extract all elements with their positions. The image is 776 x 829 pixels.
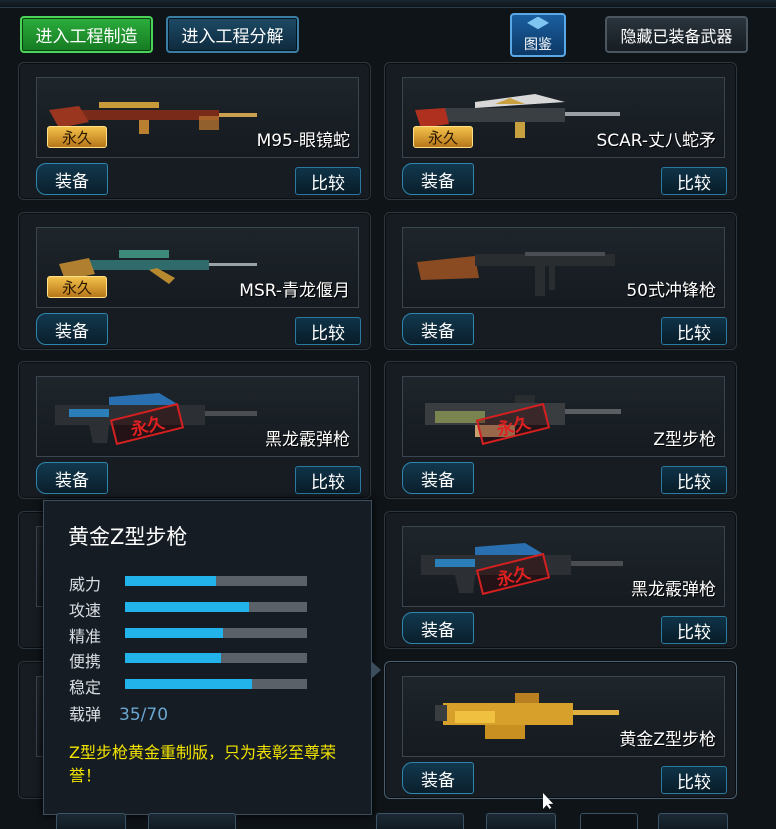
submachine-gun-icon <box>417 252 615 296</box>
stat-bar-fill <box>125 679 253 689</box>
enter-disassemble-button[interactable]: 进入工程分解 <box>166 16 299 53</box>
weapon-name: Z型步枪 <box>653 430 716 450</box>
stat-bar-fill <box>125 628 224 638</box>
equip-button[interactable]: 装备 <box>402 462 474 494</box>
weapon-frame: 永久 Z型步枪 <box>402 376 725 457</box>
permanent-badge: 永久 <box>47 276 107 298</box>
weapon-frame: 永久 MSR-青龙偃月 <box>36 227 359 308</box>
stat-label: 便携 <box>69 652 102 671</box>
weapon-tooltip: 黄金Z型步枪 威力 攻速 精准 便携 稳定 载弹 35/70 Z型步枪黄金重制版，… <box>43 500 381 815</box>
tooltip-title: 黄金Z型步枪 <box>68 525 188 549</box>
weapon-card[interactable]: 永久 Z型步枪 装备 比较 <box>384 361 737 499</box>
weapon-name: 黑龙霰弹枪 <box>631 580 716 600</box>
compare-button[interactable]: 比较 <box>295 317 361 345</box>
weapon-card[interactable]: 50式冲锋枪 装备 比较 <box>384 212 737 350</box>
prev-page-button[interactable] <box>148 813 236 829</box>
weapon-name: M95-眼镜蛇 <box>256 131 350 151</box>
weapon-name: 50式冲锋枪 <box>626 281 716 301</box>
weapon-frame: 永久 黑龙霰弹枪 <box>402 526 725 607</box>
next-page-button[interactable] <box>376 813 464 829</box>
weapon-card[interactable]: 永久 黑龙霰弹枪 装备 比较 <box>384 511 737 649</box>
equip-button[interactable]: 装备 <box>402 612 474 644</box>
equip-button[interactable]: 装备 <box>36 163 108 195</box>
go-button[interactable] <box>658 813 728 829</box>
stat-label: 攻速 <box>69 601 102 620</box>
weapon-card[interactable]: 永久 黑龙霰弹枪 装备 比较 <box>18 361 371 499</box>
compare-button[interactable]: 比较 <box>295 167 361 195</box>
compare-button[interactable]: 比较 <box>661 466 727 494</box>
weapon-description: Z型步枪黄金重制版，只为表彰至尊荣誉！ <box>69 743 336 785</box>
stat-bar <box>125 576 307 586</box>
tooltip-arrow <box>371 661 381 679</box>
stat-bar <box>125 679 307 689</box>
stat-bar-fill <box>125 653 222 663</box>
compare-button[interactable]: 比较 <box>661 317 727 345</box>
stat-label: 威力 <box>69 575 102 594</box>
last-page-button[interactable] <box>486 813 556 829</box>
stat-bar <box>125 602 307 612</box>
compare-button[interactable]: 比较 <box>661 616 727 644</box>
ammo-label: 载弹 <box>69 705 102 724</box>
weapon-frame: 50式冲锋枪 <box>402 227 725 308</box>
stat-accuracy: 精准 <box>69 623 339 646</box>
stat-bar-fill <box>125 576 216 586</box>
permanent-badge: 永久 <box>47 126 107 148</box>
compare-button[interactable]: 比较 <box>661 766 727 794</box>
ammo-value: 35/70 <box>119 705 169 725</box>
stat-bar-fill <box>125 602 249 612</box>
weapon-frame: 黄金Z型步枪 <box>402 676 725 757</box>
assault-rifle-icon <box>435 693 619 739</box>
weapon-card[interactable]: 永久 SCAR-丈八蛇矛 装备 比较 <box>384 62 737 200</box>
stat-power: 威力 <box>69 571 339 594</box>
weapon-card[interactable]: 永久 MSR-青龙偃月 装备 比较 <box>18 212 371 350</box>
weapon-name: 黑龙霰弹枪 <box>265 430 350 450</box>
stat-bar <box>125 628 307 638</box>
page-input[interactable] <box>580 813 638 829</box>
equip-button[interactable]: 装备 <box>402 163 474 195</box>
hide-equipped-button[interactable]: 隐藏已装备武器 <box>605 16 748 53</box>
weapon-name: MSR-青龙偃月 <box>239 281 350 301</box>
stat-label: 精准 <box>69 627 102 646</box>
first-page-button[interactable] <box>56 813 126 829</box>
weapon-frame: 永久 黑龙霰弹枪 <box>36 376 359 457</box>
stat-portability: 便携 <box>69 648 339 671</box>
top-tab-strip <box>0 0 776 8</box>
compare-button[interactable]: 比较 <box>661 167 727 195</box>
permanent-badge: 永久 <box>413 126 473 148</box>
stat-bar <box>125 653 307 663</box>
equip-button[interactable]: 装备 <box>36 462 108 494</box>
weapon-frame: 永久 M95-眼镜蛇 <box>36 77 359 158</box>
ammo-row: 载弹 35/70 <box>69 701 168 725</box>
stat-label: 稳定 <box>69 678 102 697</box>
stat-stability: 稳定 <box>69 674 339 697</box>
equip-button[interactable]: 装备 <box>402 313 474 345</box>
compare-button[interactable]: 比较 <box>295 466 361 494</box>
weapon-name: SCAR-丈八蛇矛 <box>596 131 716 151</box>
weapon-frame: 永久 SCAR-丈八蛇矛 <box>402 77 725 158</box>
gallery-label: 图鉴 <box>524 36 552 53</box>
enter-craft-button[interactable]: 进入工程制造 <box>20 16 153 53</box>
equip-button[interactable]: 装备 <box>402 762 474 794</box>
equip-button[interactable]: 装备 <box>36 313 108 345</box>
weapon-card[interactable]: 黄金Z型步枪 装备 比较 <box>384 661 737 799</box>
stat-speed: 攻速 <box>69 597 339 620</box>
weapon-name: 黄金Z型步枪 <box>619 730 716 750</box>
gallery-button[interactable]: 图鉴 <box>510 13 566 57</box>
weapon-card[interactable]: 永久 M95-眼镜蛇 装备 比较 <box>18 62 371 200</box>
graduation-cap-icon <box>527 16 549 30</box>
